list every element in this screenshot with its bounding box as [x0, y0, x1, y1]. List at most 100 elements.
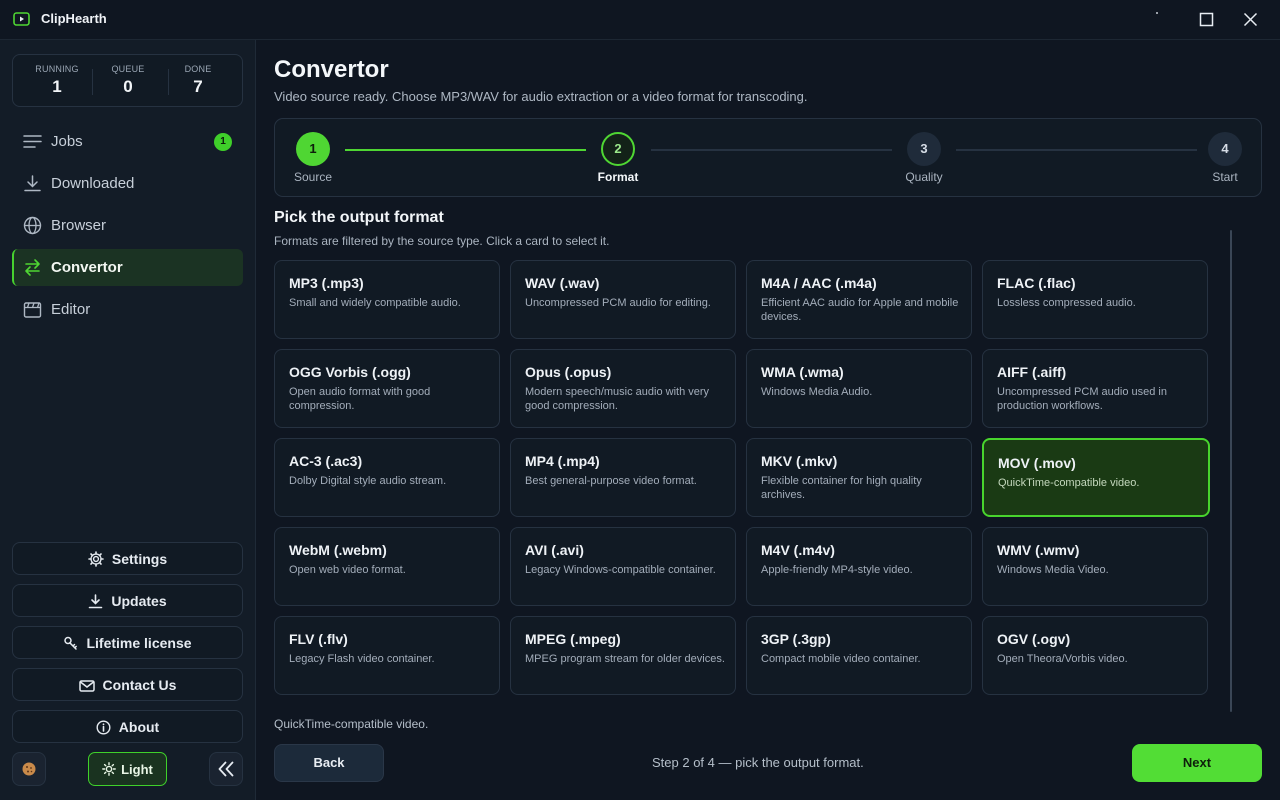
format-card[interactable]: AVI (.avi) Legacy Windows-compatible cont…: [510, 527, 736, 606]
format-card[interactable]: WMV (.wmv) Windows Media Video.: [982, 527, 1208, 606]
format-card[interactable]: WMA (.wma) Windows Media Audio.: [746, 349, 972, 428]
selected-format-description: QuickTime-compatible video.: [274, 717, 429, 731]
maximize-icon[interactable]: [1199, 12, 1214, 27]
format-card[interactable]: MP4 (.mp4) Best general-purpose video for…: [510, 438, 736, 517]
step-4-circle[interactable]: 4: [1208, 132, 1242, 166]
updates-button[interactable]: Updates: [12, 584, 243, 617]
stat-label: QUEUE: [111, 64, 145, 74]
page-subtitle: Video source ready. Choose MP3/WAV for a…: [274, 89, 808, 104]
format-card[interactable]: AIFF (.aiff) Uncompressed PCM audio used …: [982, 349, 1208, 428]
format-card-description: Compact mobile video container.: [761, 653, 921, 665]
format-card[interactable]: FLV (.flv) Legacy Flash video container.: [274, 616, 500, 695]
step-4-label: Start: [1212, 170, 1238, 184]
main-content: Convertor Video source ready. Choose MP3…: [256, 40, 1280, 800]
sidebar: RUNNING 1 QUEUE 0 DONE 7 Jobs 1 Download…: [0, 40, 256, 800]
format-card-description: Open web video format.: [289, 564, 406, 576]
wizard-stepper: 1 Source 2 Format 3 Quality 4 Start: [274, 118, 1262, 197]
step-1-circle[interactable]: 1: [296, 132, 330, 166]
format-card[interactable]: OGG Vorbis (.ogg) Open audio format with …: [274, 349, 500, 428]
step-1-label: Source: [293, 170, 333, 184]
stat-running: RUNNING 1: [19, 64, 95, 97]
format-card[interactable]: MPEG (.mpeg) MPEG program stream for olde…: [510, 616, 736, 695]
format-card-description: Apple-friendly MP4-style video.: [761, 564, 913, 576]
format-card-description: Dolby Digital style audio stream.: [289, 475, 447, 487]
sidebar-item-jobs[interactable]: Jobs 1: [12, 123, 243, 160]
format-card-description: Open Theora/Vorbis video.: [997, 653, 1128, 665]
format-card-description: Windows Media Audio.: [761, 386, 873, 398]
globe-icon: [23, 216, 42, 235]
format-card-name: AIFF (.aiff): [997, 364, 1067, 380]
step-connector: [956, 149, 1197, 151]
format-card[interactable]: WebM (.webm) Open web video format.: [274, 527, 500, 606]
cookie-icon: [22, 762, 36, 776]
mail-icon: [78, 680, 95, 692]
format-card-name: MOV (.mov): [998, 455, 1076, 471]
sidebar-item-convertor[interactable]: Convertor: [12, 249, 243, 286]
format-card-name: AC-3 (.ac3): [289, 453, 363, 469]
format-card[interactable]: MKV (.mkv) Flexible container for high qu…: [746, 438, 972, 517]
format-card[interactable]: WAV (.wav) Uncompressed PCM audio for edi…: [510, 260, 736, 339]
format-card[interactable]: MOV (.mov) QuickTime-compatible video.: [982, 438, 1210, 517]
sun-icon: [102, 762, 117, 776]
contact-us-button[interactable]: Contact Us: [12, 668, 243, 701]
format-card[interactable]: M4V (.m4v) Apple-friendly MP4-style video…: [746, 527, 972, 606]
format-card-name: OGV (.ogv): [997, 631, 1071, 647]
stat-value: 7: [193, 77, 203, 96]
next-button[interactable]: Next: [1132, 744, 1262, 782]
sidebar-item-editor[interactable]: Editor: [12, 291, 243, 328]
license-label: Lifetime license: [86, 635, 192, 651]
step-connector-complete: [345, 149, 586, 151]
section-subtitle: Formats are filtered by the source type.…: [274, 234, 610, 248]
format-card-description: MPEG program stream for older devices.: [525, 653, 725, 665]
step-2-circle[interactable]: 2: [601, 132, 635, 166]
sidebar-item-downloaded[interactable]: Downloaded: [12, 165, 243, 202]
job-stats-panel: RUNNING 1 QUEUE 0 DONE 7: [12, 54, 243, 107]
format-card-name: AVI (.avi): [525, 542, 584, 558]
format-card-name: MP3 (.mp3): [289, 275, 364, 291]
sidebar-item-label: Downloaded: [51, 175, 135, 192]
format-card[interactable]: M4A / AAC (.m4a) Efficient AAC audio for …: [746, 260, 972, 339]
format-card-description: Small and widely compatible audio.: [289, 297, 461, 309]
sidebar-item-label: Jobs: [51, 133, 83, 150]
format-card-name: WMV (.wmv): [997, 542, 1080, 558]
format-card-name: FLV (.flv): [289, 631, 348, 647]
format-card[interactable]: FLAC (.flac) Lossless compressed audio.: [982, 260, 1208, 339]
section-title: Pick the output format: [274, 209, 444, 226]
format-card-description: Windows Media Video.: [997, 564, 1109, 576]
format-card[interactable]: Opus (.opus) Modern speech/music audio wi…: [510, 349, 736, 428]
step-3-circle[interactable]: 3: [907, 132, 941, 166]
format-card[interactable]: OGV (.ogv) Open Theora/Vorbis video.: [982, 616, 1208, 695]
format-card[interactable]: MP3 (.mp3) Small and widely compatible au…: [274, 260, 500, 339]
format-card-description: Legacy Flash video container.: [289, 653, 435, 665]
theme-toggle-button[interactable]: Light: [88, 752, 167, 786]
contact-label: Contact Us: [102, 677, 177, 693]
format-card-name: WAV (.wav): [525, 275, 600, 291]
about-label: About: [118, 719, 160, 735]
format-card-name: M4V (.m4v): [761, 542, 835, 558]
clapperboard-icon: [23, 302, 42, 318]
stat-label: RUNNING: [35, 64, 79, 74]
lifetime-license-button[interactable]: Lifetime license: [12, 626, 243, 659]
swap-arrows-icon: [25, 259, 40, 276]
back-button[interactable]: Back: [274, 744, 384, 782]
format-card-name: OGG Vorbis (.ogg): [289, 364, 411, 380]
cookie-button[interactable]: [12, 752, 46, 786]
step-2-label: Format: [597, 170, 639, 184]
format-card-description: Modern speech/music audio with very good…: [525, 386, 710, 412]
stat-value: 1: [52, 77, 62, 96]
sidebar-item-browser[interactable]: Browser: [12, 207, 243, 244]
theme-label: Light: [121, 762, 153, 777]
about-button[interactable]: About: [12, 710, 243, 743]
collapse-sidebar-button[interactable]: [209, 752, 243, 786]
format-grid-scrollbar[interactable]: [1230, 230, 1232, 712]
window-indicator-dot: [1156, 12, 1158, 14]
stat-queue: QUEUE 0: [90, 64, 166, 97]
format-card[interactable]: 3GP (.3gp) Compact mobile video container…: [746, 616, 972, 695]
close-icon[interactable]: [1243, 12, 1258, 27]
sidebar-item-label: Convertor: [51, 259, 123, 276]
jobs-count-badge: 1: [214, 133, 232, 151]
gear-icon: [88, 551, 104, 567]
format-card[interactable]: AC-3 (.ac3) Dolby Digital style audio str…: [274, 438, 500, 517]
format-card-name: M4A / AAC (.m4a): [761, 275, 877, 291]
settings-button[interactable]: Settings: [12, 542, 243, 575]
